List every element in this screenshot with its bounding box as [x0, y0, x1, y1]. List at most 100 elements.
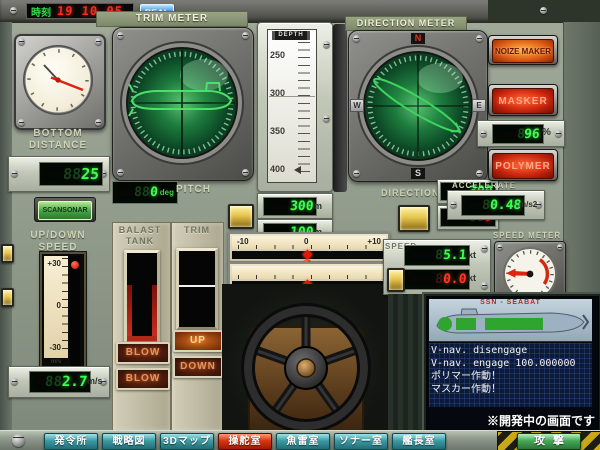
screw [11, 170, 18, 177]
submarine-diagram: SSN - SEABAT [429, 299, 592, 342]
updown-indicator [71, 261, 79, 269]
rudder-scale-center: 0 [304, 237, 308, 246]
nav-tab-label: 戦略図 [113, 436, 146, 447]
bottom-distance-panel: 8825 [8, 156, 110, 192]
accelerate-lcd: 80.48 [461, 195, 525, 216]
ballast-tank-indicator [124, 250, 160, 344]
updown-speed-gauge: +30 0 -30 m/s [40, 252, 86, 376]
trim-up-button[interactable]: UP [173, 330, 223, 352]
ballast-title: BALAST TANK [114, 225, 166, 247]
steering-wheel[interactable] [222, 284, 390, 430]
nav-tab-torpedo-room[interactable]: 魚雷室 [276, 433, 330, 450]
depth-current-unit: m [314, 201, 322, 211]
masker-label: MASKER [498, 96, 547, 107]
trim-meter-gauge [112, 27, 254, 181]
compass-scope [355, 43, 481, 169]
trim-meter-title-label: TRIM METER [136, 13, 208, 24]
depth-target-marker [294, 166, 301, 174]
polymer-label: POLYMER [495, 161, 551, 172]
depth-current-lcd: 300 [263, 197, 317, 216]
screw [95, 119, 102, 126]
center-divider-strip [333, 24, 347, 192]
compass-n: N [415, 33, 422, 43]
percent-value: 96 [524, 127, 541, 142]
nav-tab-command-room[interactable]: 発令所 [44, 433, 98, 450]
screw [540, 7, 547, 14]
noize-maker-button[interactable]: NOIZE MAKER [488, 35, 558, 65]
updown-scale-bottom: -30 [44, 343, 61, 352]
depth-current-panel: 300 m [257, 193, 333, 219]
submarine-side-view [431, 307, 591, 339]
wheel-area [222, 284, 390, 430]
compass-e-tab: E [472, 99, 486, 112]
nav-tab-helm-room[interactable]: 操舵室 [218, 433, 272, 450]
ballast-title-line1: BALAST [114, 225, 166, 236]
direction-label: DIRECTION [381, 187, 437, 199]
log-line: V-nav. engage 100.000000 [431, 357, 590, 370]
updown-scale-top: +30 [44, 259, 61, 268]
rudder-scale-2 [232, 266, 386, 279]
trim-tank-indicator [176, 248, 218, 330]
lcd-dim-segments: 88 [134, 185, 151, 200]
updown-speed-panel: 882.7 m/s [8, 366, 110, 398]
compass-s: S [415, 168, 421, 178]
rudder-scale-left: -10 [237, 237, 249, 246]
message-log[interactable]: V-nav. disengage V-nav. engage 100.00000… [429, 343, 592, 407]
screw [18, 119, 25, 126]
bottom-nav-bar: 発令所 戦略図 3Dマップ 操舵室 魚雷室 ソナー室 艦長室 攻撃 [0, 430, 600, 450]
depth-set-button[interactable] [228, 204, 254, 229]
nav-tab-label: ソナー室 [339, 436, 383, 447]
updown-scale: +30 0 -30 m/s [44, 256, 68, 358]
scansonar-button[interactable]: SCANSONAR [34, 197, 96, 222]
depth-gauge-frame: DEPTH 250 300 350 400 [257, 22, 333, 192]
screw [11, 378, 18, 385]
scansonar-label: SCANSONAR [42, 207, 87, 214]
direction-set-button[interactable] [398, 205, 430, 232]
depth-current-value: 300 [289, 199, 314, 214]
screw [323, 41, 330, 48]
trim-down-button[interactable]: DOWN [173, 356, 223, 378]
updown-speed-value: 2.7 [61, 374, 88, 390]
blow-button-2[interactable]: BLOW [116, 368, 170, 390]
bottom-distance-title-line2: DISTANCE [8, 140, 108, 152]
nav-tab-sonar-room[interactable]: ソナー室 [334, 433, 388, 450]
speed-current-value: 5.1 [442, 248, 467, 263]
masker-button[interactable]: MASKER [488, 84, 558, 116]
trim-meter-title: TRIM METER [96, 11, 248, 27]
updown-speed-unit: m/s [87, 376, 103, 386]
screw [353, 35, 360, 42]
attack-button[interactable]: 攻撃 [517, 433, 581, 450]
rudder-gauge-1: -10 0 +10 [228, 232, 390, 263]
screw [12, 434, 25, 447]
log-line: V-nav. disengage [431, 344, 590, 357]
screw [353, 170, 360, 177]
speed-current-unit: kt [468, 250, 476, 260]
screw [450, 201, 457, 208]
blow-button-1[interactable]: BLOW [116, 342, 170, 364]
updown-speed-title: UP/DOWN SPEED [8, 230, 108, 254]
depth-tick-250: 250 [270, 50, 294, 60]
pitch-unit: deg [160, 188, 174, 197]
polymer-button[interactable]: POLYMER [488, 149, 558, 181]
trim-title: TRIM [173, 225, 221, 236]
nav-tab-captain-room[interactable]: 艦長室 [392, 433, 446, 450]
nav-tab-label: 操舵室 [229, 436, 262, 447]
log-line: マスカー作動！ [431, 383, 590, 396]
speed-set-button[interactable] [387, 268, 405, 292]
lcd-dim-segments: 88 [44, 374, 62, 390]
updown-title-line1: UP/DOWN [8, 230, 108, 242]
depth-tick-350: 350 [270, 126, 294, 136]
depth-tick-400: 400 [270, 164, 294, 174]
log-line: ポリマー作動！ [431, 370, 590, 383]
direction-meter-gauge: N S W E [348, 30, 488, 182]
screw [117, 32, 124, 39]
nav-tab-3d-map[interactable]: 3Dマップ [160, 433, 214, 450]
nav-tab-label: 艦長室 [403, 436, 436, 447]
analog-clock [20, 42, 96, 118]
side-knob[interactable] [1, 288, 14, 307]
speed-target-value: 0.0 [442, 272, 467, 287]
depth-scale: DEPTH 250 300 350 400 [267, 29, 317, 183]
percent-unit: % [542, 127, 551, 138]
nav-tab-strategy-map[interactable]: 戦略図 [102, 433, 156, 450]
updown-scale-unit: m/s [44, 359, 68, 365]
